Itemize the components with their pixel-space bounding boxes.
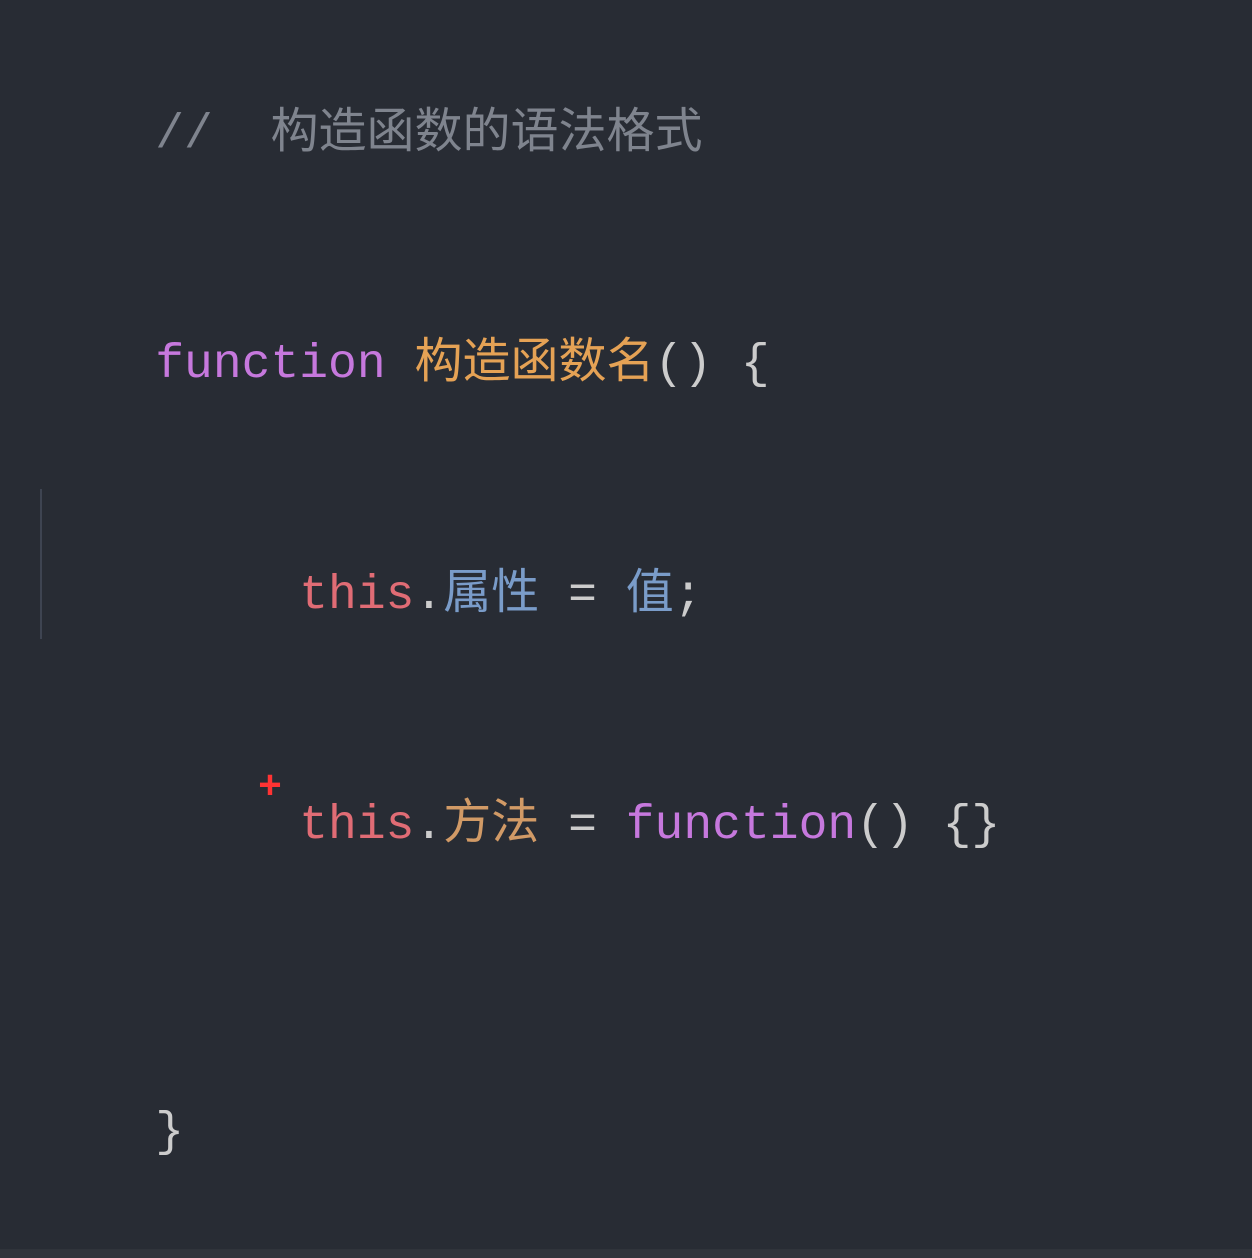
parentheses: () bbox=[856, 799, 914, 853]
value: 值 bbox=[626, 569, 674, 623]
function-name: 构造函数名 bbox=[414, 338, 654, 392]
comment-text: // 构造函数的语法格式 bbox=[155, 108, 702, 162]
space bbox=[386, 338, 415, 392]
code-line-5: } bbox=[40, 1018, 1212, 1248]
keyword-this: this bbox=[299, 569, 414, 623]
code-editor[interactable]: // 构造函数的语法格式 function 构造函数名() { this.属性 … bbox=[40, 20, 1212, 1258]
space bbox=[914, 799, 943, 853]
cursor-marker-icon: + bbox=[258, 757, 282, 821]
brace-close: } bbox=[155, 1106, 184, 1160]
property-name: 属性 bbox=[443, 569, 539, 623]
braces: {} bbox=[943, 799, 1001, 853]
keyword-function: function bbox=[626, 799, 856, 853]
space bbox=[712, 338, 741, 392]
keyword-function: function bbox=[155, 338, 385, 392]
keyword-this: this bbox=[299, 799, 414, 853]
parentheses: () bbox=[654, 338, 712, 392]
equals-operator: = bbox=[568, 799, 597, 853]
space bbox=[539, 569, 568, 623]
semicolon: ; bbox=[674, 569, 703, 623]
indent bbox=[155, 569, 299, 623]
equals-operator: = bbox=[568, 569, 597, 623]
code-line-4: this.方法 = function() {} + bbox=[40, 711, 1212, 1018]
code-line-6-highlighted: new 构造函数名(); bbox=[0, 1249, 1252, 1258]
space bbox=[597, 569, 626, 623]
dot: . bbox=[414, 569, 443, 623]
space bbox=[539, 799, 568, 853]
code-line-2: function 构造函数名() { bbox=[40, 250, 1212, 480]
indent-guide bbox=[40, 489, 42, 639]
code-line-1: // 构造函数的语法格式 bbox=[40, 20, 1212, 250]
code-line-3: this.属性 = 值; bbox=[40, 481, 1212, 711]
dot: . bbox=[414, 799, 443, 853]
space bbox=[597, 799, 626, 853]
brace-open: { bbox=[741, 338, 770, 392]
property-name: 方法 bbox=[443, 799, 539, 853]
